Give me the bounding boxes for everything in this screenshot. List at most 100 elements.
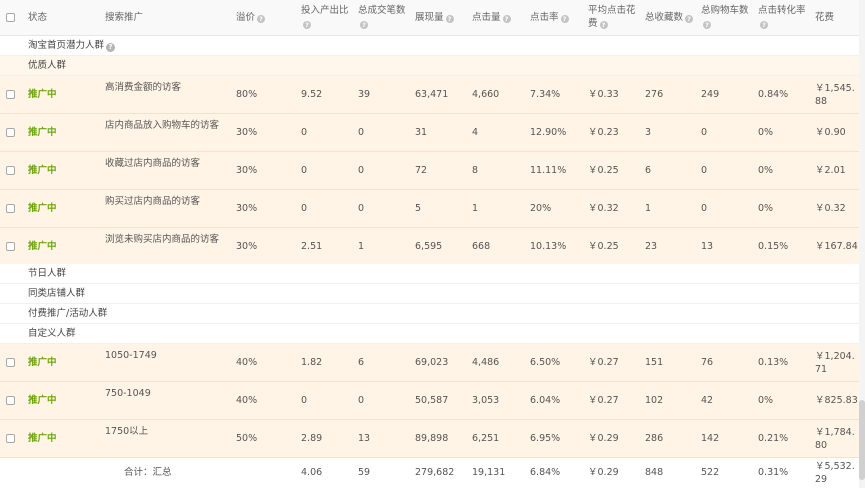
table-row[interactable]: 推广中 收藏过店内商品的访客 30% 0 0 72 8 11.11% ￥0.25… bbox=[0, 152, 859, 190]
table-row[interactable]: 推广中 购买过店内商品的访客 30% 0 0 5 1 20% ￥0.32 1 0… bbox=[0, 190, 859, 228]
conversion-value: 0.21% bbox=[758, 433, 789, 444]
favorites-value: 1 bbox=[645, 203, 652, 214]
help-icon[interactable]: ? bbox=[445, 15, 454, 23]
favorites-value: 3 bbox=[645, 127, 652, 138]
clicks-value: 668 bbox=[472, 241, 491, 252]
impressions-value: 50,587 bbox=[415, 395, 449, 406]
clicks-value: 4,486 bbox=[472, 357, 500, 368]
table-row[interactable]: 推广中 1750以上 50% 2.89 13 89,898 6,251 6.95… bbox=[0, 420, 859, 458]
header-conversion[interactable]: 点击转化率? bbox=[758, 4, 806, 30]
row-checkbox[interactable] bbox=[6, 166, 15, 175]
favorites-value: 286 bbox=[645, 433, 664, 444]
table-row[interactable]: 推广中 高消费金额的访客 80% 9.52 39 63,471 4,660 7.… bbox=[0, 76, 859, 114]
group-row-custom[interactable]: 自定义人群 bbox=[0, 324, 859, 344]
total-impressions: 279,682 bbox=[415, 467, 455, 478]
total-cart: 522 bbox=[701, 467, 720, 478]
table-row[interactable]: 推广中 店内商品放入购物车的访客 30% 0 0 31 4 12.90% ￥0.… bbox=[0, 114, 859, 152]
premium-value[interactable]: 30% bbox=[236, 190, 257, 228]
table-row[interactable]: 推广中 浏览未购买店内商品的访客 30% 2.51 1 6,595 668 10… bbox=[0, 228, 859, 266]
help-icon[interactable]: ? bbox=[502, 15, 511, 23]
favorites-value: 102 bbox=[645, 395, 664, 406]
header-impressions[interactable]: 展现量? bbox=[415, 11, 454, 24]
status-badge: 推广中 bbox=[28, 127, 57, 138]
premium-value[interactable]: 30% bbox=[236, 228, 257, 266]
ctr-value: 20% bbox=[530, 203, 552, 214]
header-cost: 花费 bbox=[815, 12, 835, 23]
premium-value[interactable]: 50% bbox=[236, 420, 257, 458]
header-favorites[interactable]: 总收藏数? bbox=[645, 11, 694, 24]
group-label: 优质人群 bbox=[28, 60, 67, 71]
clicks-value: 8 bbox=[472, 165, 479, 176]
roi-value: 2.51 bbox=[301, 241, 323, 252]
clicks-value: 4 bbox=[472, 127, 479, 138]
help-icon[interactable]: ? bbox=[599, 21, 608, 29]
premium-value[interactable]: 80% bbox=[236, 76, 257, 114]
group-row-holiday[interactable]: 节日人群 bbox=[0, 264, 859, 284]
avg-cost-value: ￥0.25 bbox=[588, 241, 619, 252]
conversion-value: 0.13% bbox=[758, 357, 789, 368]
row-checkbox[interactable] bbox=[6, 358, 15, 367]
avg-cost-value: ￥0.29 bbox=[588, 433, 619, 444]
crowd-name: 高消费金额的访客 bbox=[105, 82, 182, 93]
select-all-checkbox[interactable] bbox=[6, 13, 15, 22]
favorites-value: 276 bbox=[645, 89, 664, 100]
ctr-value: 12.90% bbox=[530, 127, 567, 138]
help-icon[interactable]: ? bbox=[360, 21, 368, 29]
header-clicks[interactable]: 点击量? bbox=[472, 11, 511, 24]
row-checkbox[interactable] bbox=[6, 204, 15, 213]
group-label: 付费推广/活动人群 bbox=[28, 308, 108, 319]
group-row-paid[interactable]: 付费推广/活动人群 bbox=[0, 304, 859, 324]
help-icon[interactable]: ? bbox=[703, 21, 711, 29]
clicks-value: 6,251 bbox=[472, 433, 500, 444]
cart-value: 42 bbox=[701, 395, 714, 406]
row-checkbox[interactable] bbox=[6, 128, 15, 137]
help-icon[interactable]: ? bbox=[257, 15, 266, 23]
roi-value: 0 bbox=[301, 165, 308, 176]
row-checkbox[interactable] bbox=[6, 434, 15, 443]
ctr-value: 10.13% bbox=[530, 241, 567, 252]
header-roi[interactable]: 投入产出比? bbox=[301, 4, 349, 30]
deals-value: 39 bbox=[358, 89, 371, 100]
group-row-similar[interactable]: 同类店铺人群 bbox=[0, 284, 859, 304]
row-checkbox[interactable] bbox=[6, 242, 15, 251]
conversion-value: 0% bbox=[758, 203, 774, 214]
premium-value[interactable]: 40% bbox=[236, 344, 257, 382]
cost-value: ￥1,784.80 bbox=[815, 427, 855, 451]
conversion-value: 0.84% bbox=[758, 89, 789, 100]
roi-value: 1.82 bbox=[301, 357, 323, 368]
header-deals[interactable]: 总成交笔数? bbox=[358, 4, 406, 30]
header-cart[interactable]: 总购物车数? bbox=[701, 4, 749, 30]
help-icon[interactable]: ? bbox=[760, 21, 768, 29]
help-icon[interactable]: ? bbox=[303, 21, 311, 29]
cart-value: 13 bbox=[701, 241, 714, 252]
status-badge: 推广中 bbox=[28, 89, 57, 100]
ctr-value: 7.34% bbox=[530, 89, 561, 100]
total-row: 合计：汇总 4.06 59 279,682 19,131 6.84% ￥0.29… bbox=[0, 458, 859, 488]
vertical-scrollbar[interactable] bbox=[859, 0, 865, 488]
header-ctr[interactable]: 点击率? bbox=[530, 11, 569, 24]
table-row[interactable]: 推广中 750-1049 40% 0 0 50,587 3,053 6.04% … bbox=[0, 382, 859, 420]
conversion-value: 0.15% bbox=[758, 241, 789, 252]
header-avg-cost[interactable]: 平均点击花费? bbox=[588, 4, 636, 30]
clicks-value: 4,660 bbox=[472, 89, 500, 100]
cost-value: ￥0.32 bbox=[815, 203, 846, 214]
help-icon[interactable]: ? bbox=[560, 15, 569, 23]
ctr-value: 11.11% bbox=[530, 165, 567, 176]
table-row[interactable]: 推广中 1050-1749 40% 1.82 6 69,023 4,486 6.… bbox=[0, 344, 859, 382]
total-favorites: 848 bbox=[645, 467, 664, 478]
row-checkbox[interactable] bbox=[6, 90, 15, 99]
avg-cost-value: ￥0.33 bbox=[588, 89, 619, 100]
header-premium[interactable]: 溢价? bbox=[236, 11, 266, 24]
row-checkbox[interactable] bbox=[6, 396, 15, 405]
help-icon[interactable]: ? bbox=[685, 15, 694, 23]
ctr-value: 6.04% bbox=[530, 395, 561, 406]
crowd-name: 1750以上 bbox=[105, 426, 149, 437]
roi-value: 2.89 bbox=[301, 433, 323, 444]
premium-value[interactable]: 30% bbox=[236, 114, 257, 152]
help-icon[interactable]: ? bbox=[106, 43, 116, 52]
scrollbar-thumb[interactable] bbox=[859, 400, 865, 480]
premium-value[interactable]: 40% bbox=[236, 382, 257, 420]
premium-value[interactable]: 30% bbox=[236, 152, 257, 190]
crowd-targeting-table: 状态 搜索推广 溢价? 投入产出比? 总成交笔数? 展现量? 点击量? 点击率?… bbox=[0, 0, 859, 488]
group-label: 同类店铺人群 bbox=[28, 288, 86, 299]
